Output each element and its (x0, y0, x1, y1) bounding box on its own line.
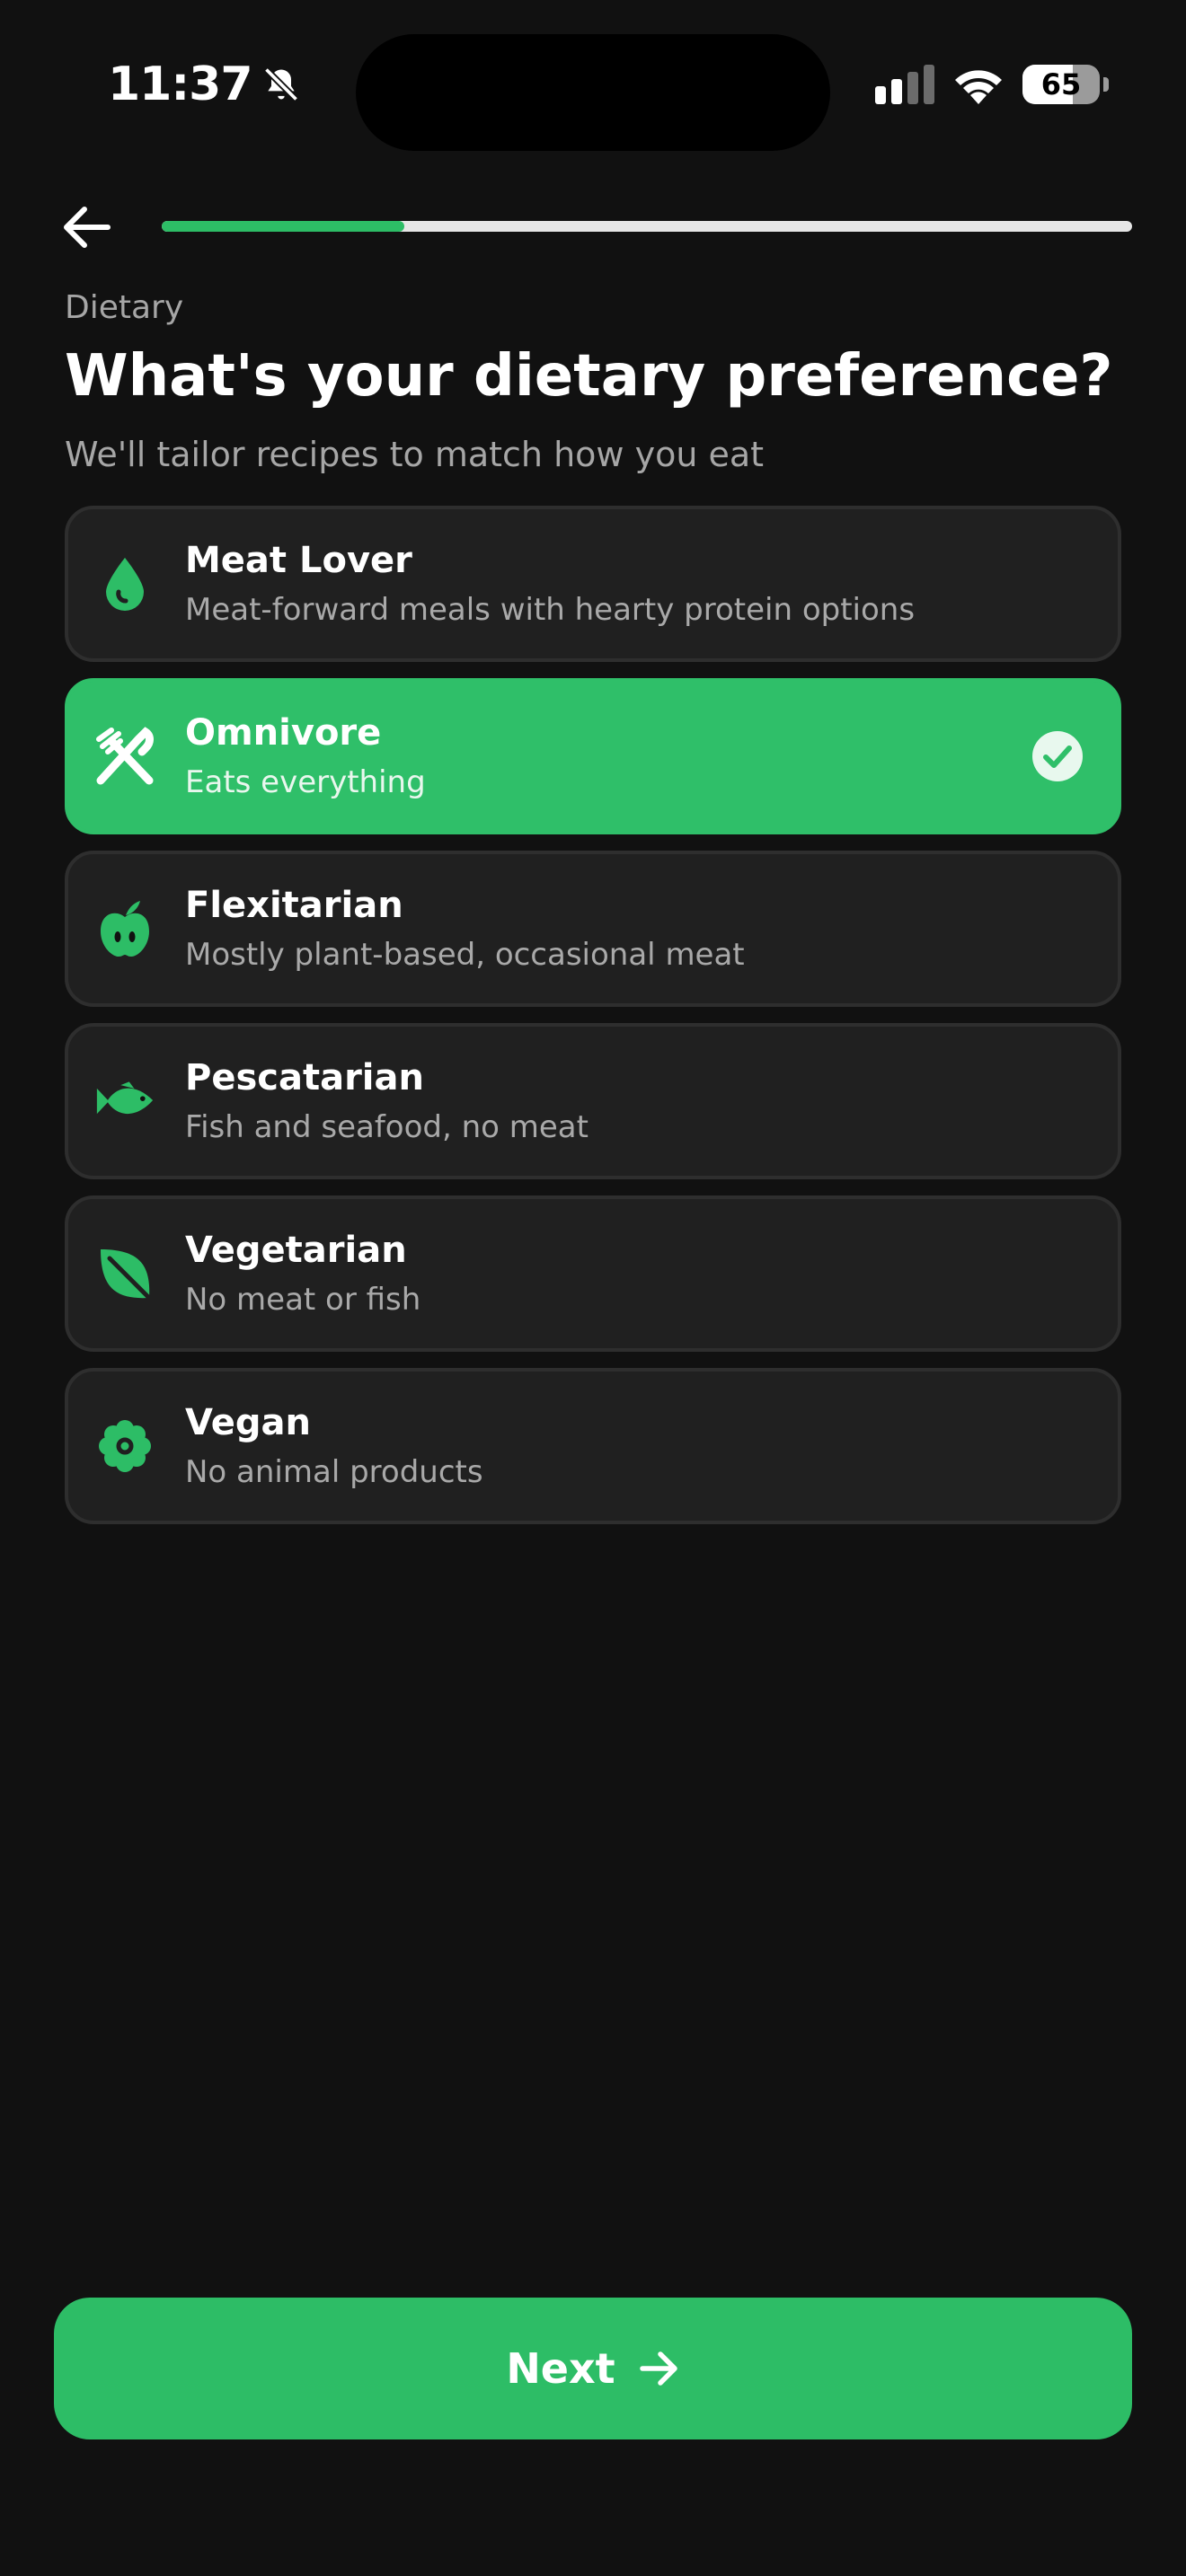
flower-icon (95, 1416, 155, 1476)
option-description: No animal products (185, 1454, 483, 1490)
back-button[interactable] (56, 199, 117, 255)
option-omnivore[interactable]: Omnivore Eats everything (65, 678, 1121, 834)
option-title: Flexitarian (185, 885, 403, 926)
fish-icon (95, 1072, 155, 1131)
apple-icon (95, 899, 155, 958)
time-text: 11:37 (108, 57, 253, 111)
option-description: Meat-forward meals with hearty protein o… (185, 592, 916, 628)
option-title: Pescatarian (185, 1057, 424, 1098)
page-title: What's your dietary preference? (65, 343, 1113, 410)
progress-bar-fill (162, 221, 404, 232)
option-description: Mostly plant-based, occasional meat (185, 937, 745, 973)
dynamic-island (356, 34, 830, 151)
option-title: Vegetarian (185, 1230, 407, 1271)
check-circle-icon (1032, 731, 1083, 781)
option-vegan[interactable]: Vegan No animal products (65, 1368, 1121, 1524)
arrow-right-icon (639, 2351, 677, 2386)
utensils-icon (95, 727, 155, 786)
status-bar-indicators: 65 (875, 65, 1109, 104)
diet-options-list: Meat Lover Meat-forward meals with heart… (65, 506, 1121, 1540)
option-flexitarian[interactable]: Flexitarian Mostly plant-based, occasion… (65, 851, 1121, 1007)
arrow-left-icon (64, 207, 111, 248)
battery-nub (1103, 77, 1109, 92)
battery-level-text: 65 (1040, 67, 1082, 101)
option-meat-lover[interactable]: Meat Lover Meat-forward meals with heart… (65, 506, 1121, 662)
option-description: Fish and seafood, no meat (185, 1109, 589, 1145)
option-title: Vegan (185, 1402, 311, 1443)
option-description: No meat or fish (185, 1282, 421, 1318)
option-title: Meat Lover (185, 540, 412, 581)
next-button-label: Next (506, 2344, 615, 2393)
option-pescatarian[interactable]: Pescatarian Fish and seafood, no meat (65, 1023, 1121, 1179)
next-button[interactable]: Next (54, 2298, 1132, 2439)
status-bar-time: 11:37 (108, 57, 301, 111)
progress-bar (162, 221, 1132, 232)
wifi-icon (955, 70, 1002, 104)
drop-icon (95, 554, 155, 613)
step-label: Dietary (65, 289, 184, 326)
battery-icon: 65 (1022, 65, 1100, 104)
page-subtitle: We'll tailor recipes to match how you ea… (65, 435, 765, 474)
leaf-icon (95, 1244, 155, 1303)
bell-slash-icon (263, 66, 298, 102)
option-description: Eats everything (185, 764, 426, 800)
option-title: Omnivore (185, 712, 382, 754)
option-vegetarian[interactable]: Vegetarian No meat or fish (65, 1195, 1121, 1352)
signal-icon (875, 65, 934, 104)
